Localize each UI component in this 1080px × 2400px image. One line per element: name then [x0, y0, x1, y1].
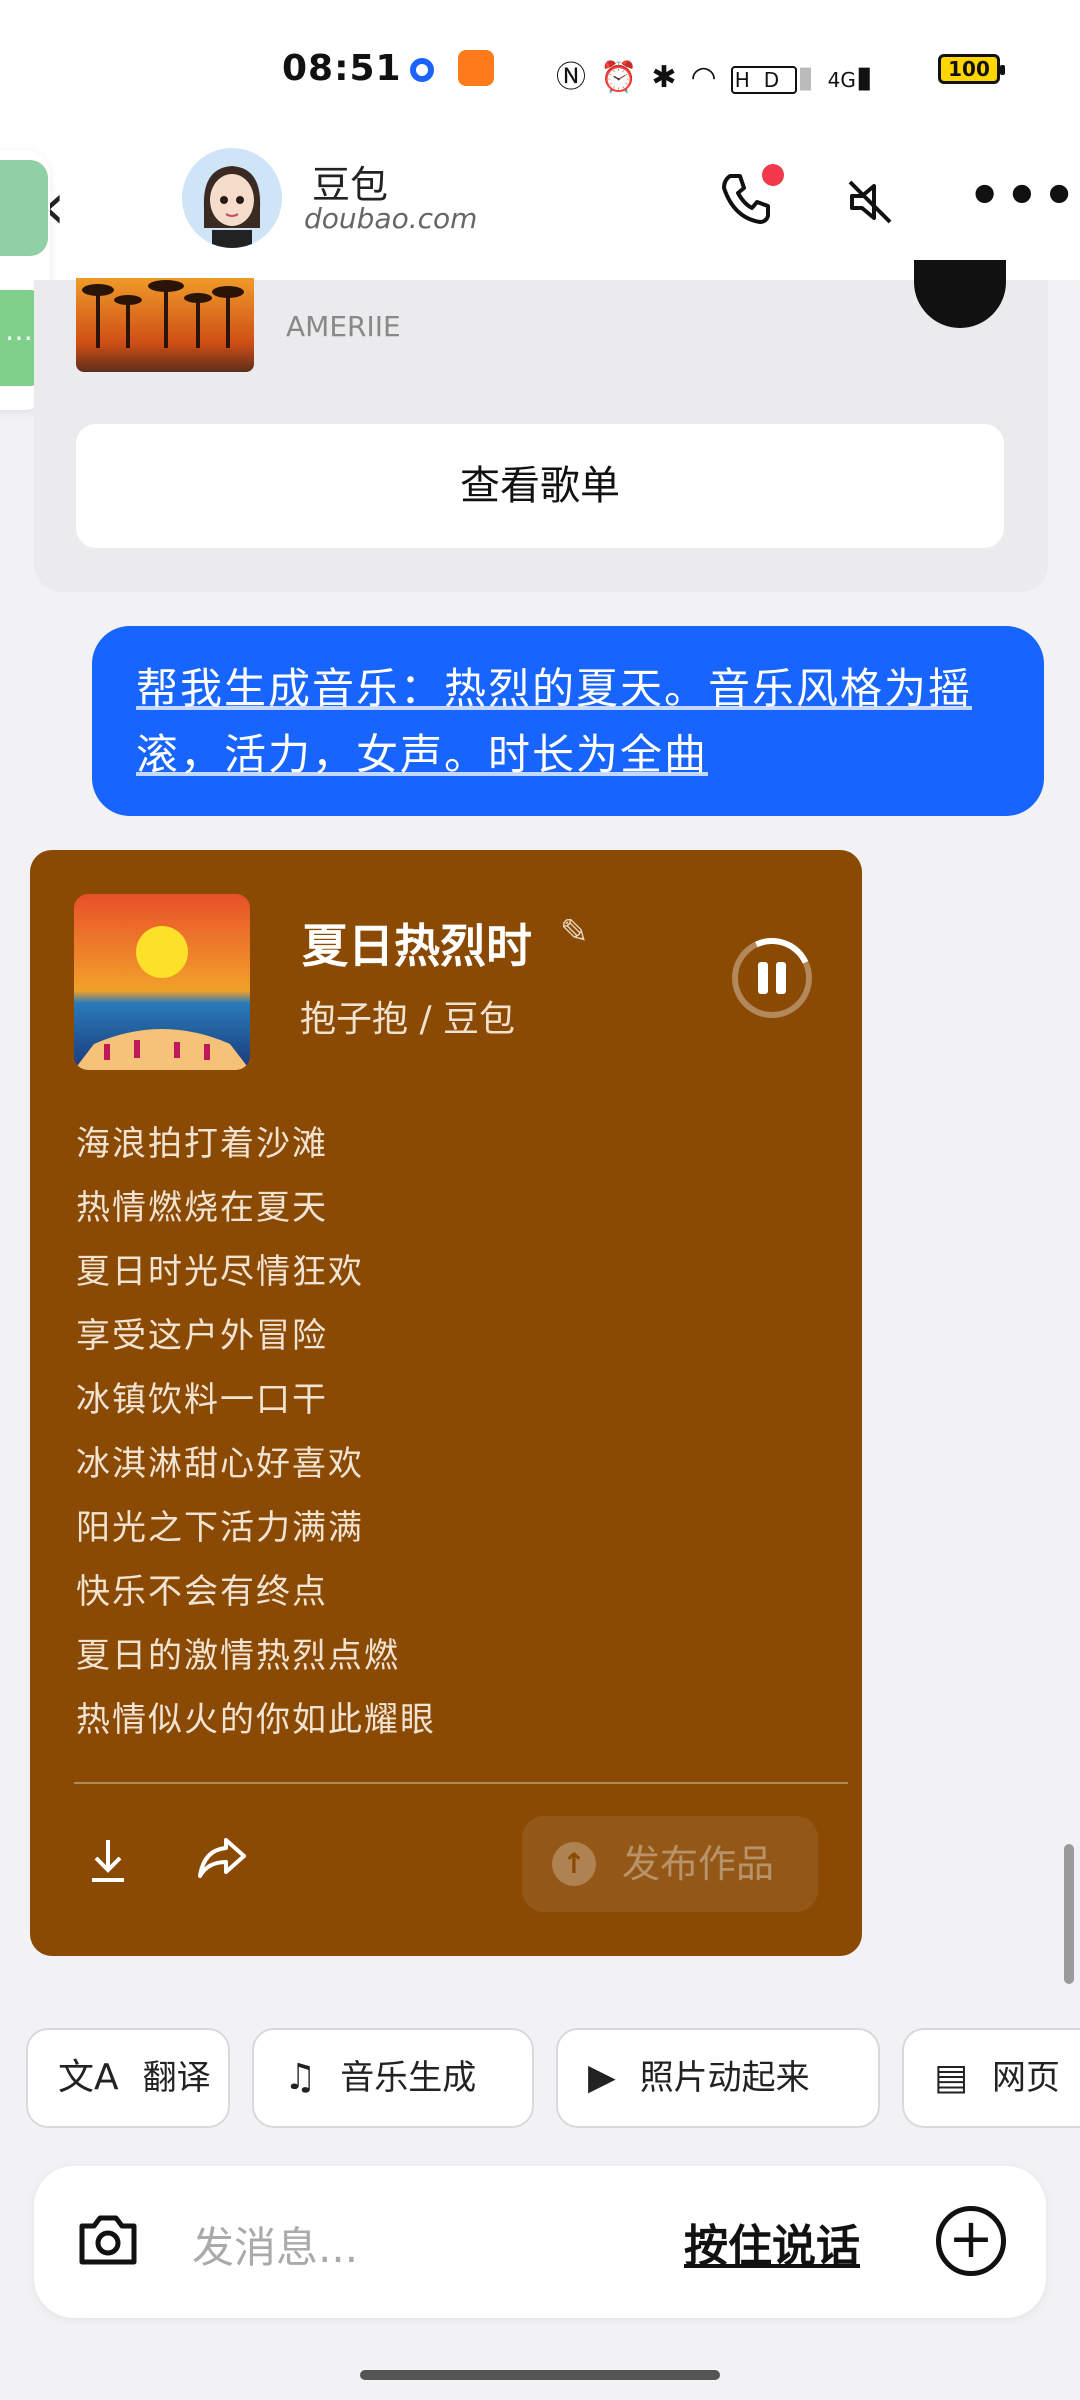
chip-webpage[interactable]: ▤ 网页 — [902, 2028, 1080, 2128]
user-message-bubble[interactable]: 帮我生成音乐：热烈的夏天。音乐风格为摇滚，活力，女声。时长为全曲 — [92, 626, 1044, 816]
side-avatar-icon[interactable] — [0, 160, 48, 256]
scrollbar[interactable] — [1064, 1844, 1074, 1984]
publish-label: 发布作品 — [622, 1842, 775, 1886]
status-bar: 08:51 Ⓝ⏰✱◠ HD ▮4G▮ 100 — [0, 0, 1080, 140]
signal-icon: ▮ — [797, 60, 828, 95]
lyric-line: 热情燃烧在夏天 — [76, 1188, 328, 1228]
alarm-icon: ⏰ — [600, 60, 652, 95]
network-label: 4G — [827, 68, 856, 92]
lyric-line: 冰镇饮料一口干 — [76, 1380, 328, 1420]
more-options-icon[interactable]: ••• — [968, 166, 1080, 226]
chip-animate-photo[interactable]: ▶ 照片动起来 — [556, 2028, 880, 2128]
palm-trees-image — [82, 280, 244, 348]
status-time: 08:51 — [282, 48, 402, 89]
song-artist: AMERIIE — [286, 310, 401, 343]
document-icon: ▤ — [934, 2057, 969, 2098]
avatar[interactable] — [182, 148, 282, 248]
chip-label: 照片动起来 — [639, 2058, 810, 2098]
song-thumbnail[interactable] — [76, 278, 254, 372]
user-message-text: 帮我生成音乐：热烈的夏天。音乐风格为摇滚，活力，女声。时长为全曲 — [136, 664, 973, 779]
camera-icon[interactable] — [76, 2208, 140, 2272]
call-notification-badge — [762, 164, 784, 186]
message-input-bar: 发消息... 按住说话 + — [34, 2166, 1046, 2318]
chip-label: 音乐生成 — [340, 2058, 477, 2098]
hd-icon: HD — [730, 66, 798, 94]
music-card: 夏日热烈时 ✎ 抱子抱 / 豆包 海浪拍打着沙滩 热情燃烧在夏天 夏日时光尽情狂… — [30, 850, 862, 1956]
wifi-icon: ◠ — [690, 60, 731, 95]
song-title: 夏日热烈时 — [302, 919, 532, 973]
nfc-icon: Ⓝ — [556, 60, 600, 95]
translate-icon: 文A — [58, 2057, 119, 2098]
pause-icon[interactable] — [754, 960, 790, 996]
chat-header: ‹ 豆包 doubao.com ••• — [0, 140, 1080, 280]
sunset-beach-image — [74, 894, 250, 1070]
add-icon[interactable]: + — [936, 2206, 1006, 2276]
status-icons: Ⓝ⏰✱◠ HD ▮4G▮ — [556, 52, 886, 96]
album-cover[interactable] — [74, 894, 250, 1070]
notification-app-icon — [458, 50, 494, 86]
share-icon[interactable] — [196, 1834, 248, 1893]
chip-label: 网页 — [992, 2058, 1061, 2098]
lyric-line: 夏日的激情热烈点燃 — [76, 1636, 400, 1676]
song-creator: 抱子抱 / 豆包 — [300, 999, 516, 1040]
publish-button[interactable]: ↑ 发布作品 — [522, 1816, 818, 1912]
play-square-icon: ▶ — [588, 2057, 616, 2098]
bluetooth-icon: ✱ — [651, 60, 691, 95]
lyric-line: 夏日时光尽情狂欢 — [76, 1252, 364, 1292]
lyric-line: 阳光之下活力满满 — [76, 1508, 364, 1548]
notification-app-icon — [410, 58, 434, 82]
lyric-line: 海浪拍打着沙滩 — [76, 1124, 328, 1164]
home-indicator[interactable] — [360, 2370, 720, 2380]
music-note-icon: ♫ — [284, 2057, 317, 2098]
divider — [74, 1782, 848, 1784]
lyric-line: 热情似火的你如此耀眼 — [76, 1700, 436, 1740]
lyrics-list: 海浪拍打着沙滩 热情燃烧在夏天 夏日时光尽情狂欢 享受这户外冒险 冰镇饮料一口干… — [76, 1112, 836, 1752]
chip-music-generation[interactable]: ♫ 音乐生成 — [252, 2028, 534, 2128]
contact-name: 豆包 — [312, 163, 389, 207]
message-input[interactable]: 发消息... — [192, 2214, 358, 2275]
download-icon[interactable] — [86, 1836, 130, 1895]
lyric-line: 快乐不会有终点 — [76, 1572, 328, 1612]
battery-indicator: 100 — [938, 54, 1005, 84]
avatar-image — [182, 148, 282, 248]
chip-label: 翻译 — [142, 2058, 211, 2098]
contact-domain: doubao.com — [304, 202, 478, 235]
speaker-mute-icon[interactable] — [842, 174, 898, 242]
chip-translate[interactable]: 文A 翻译 — [26, 2028, 230, 2128]
lyrics-fade — [74, 1750, 834, 1790]
lyric-line: 冰淇淋甜心好喜欢 — [76, 1444, 364, 1484]
view-playlist-button[interactable]: 查看歌单 — [76, 424, 1004, 548]
lyric-line: 享受这户外冒险 — [76, 1316, 328, 1356]
signal-icon: ▮ — [855, 60, 887, 95]
upload-icon: ↑ — [552, 1842, 596, 1886]
edit-icon[interactable]: ✎ — [560, 912, 589, 952]
hold-to-talk-button[interactable]: 按住说话 — [684, 2210, 860, 2274]
